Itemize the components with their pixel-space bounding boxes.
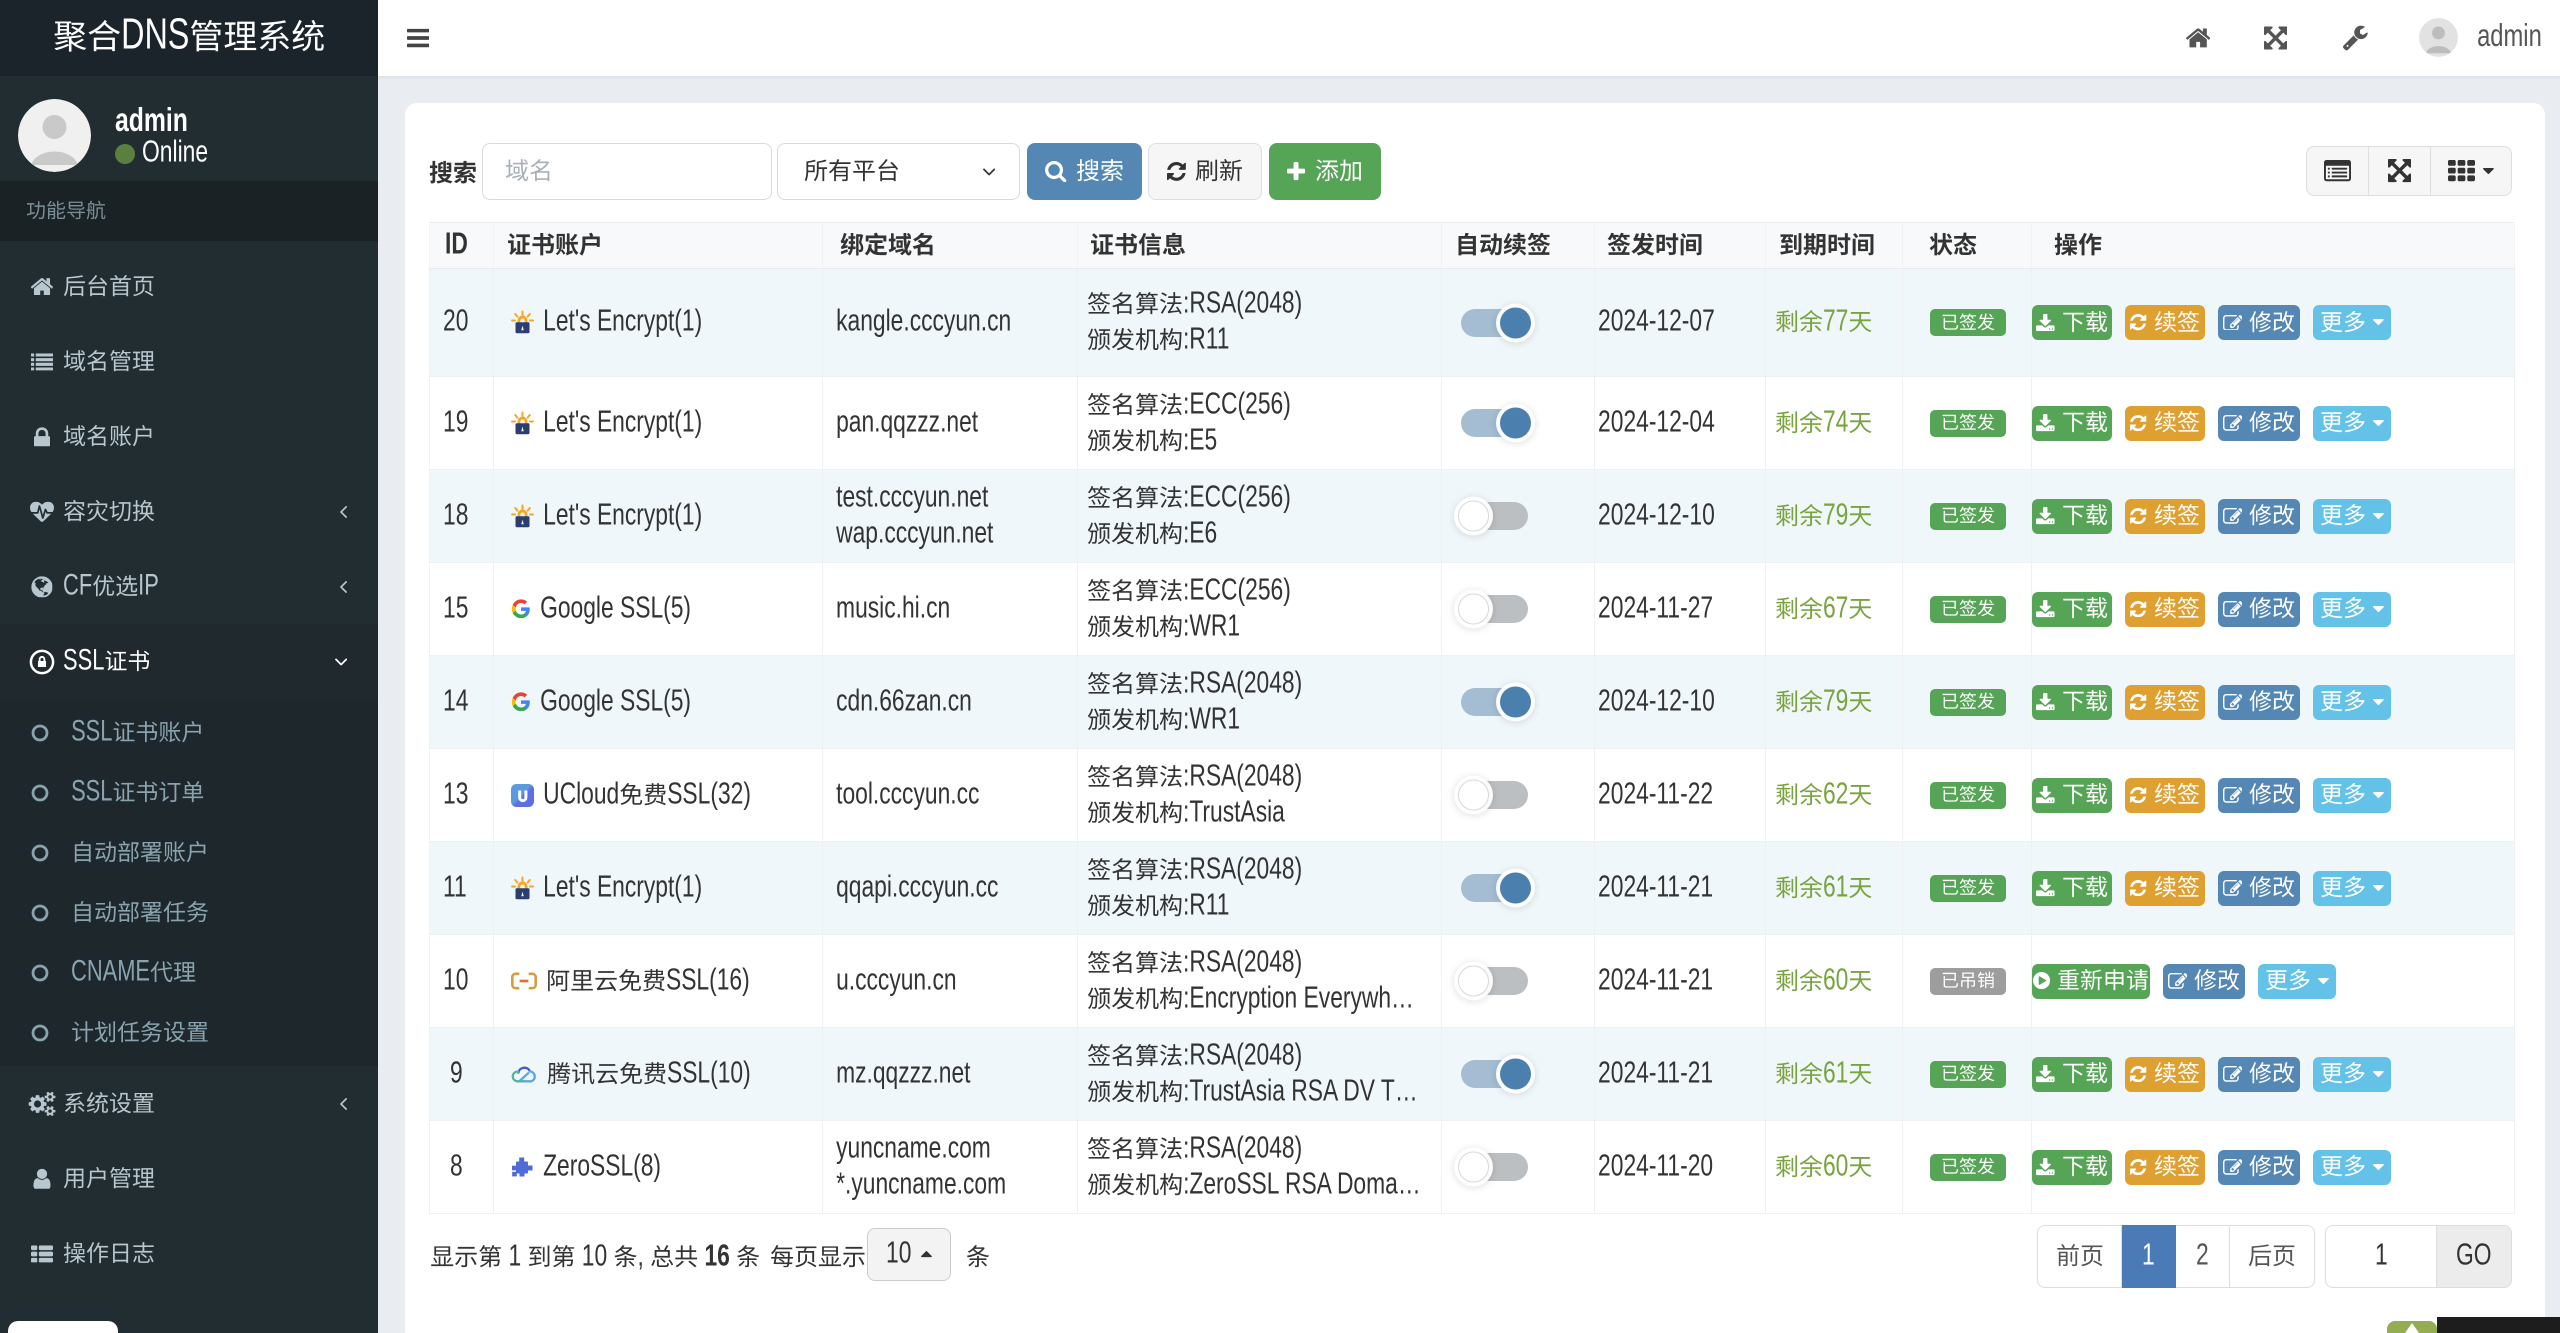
svg-text:Let's Encrypt(1): Let's Encrypt(1) bbox=[543, 874, 702, 903]
svg-text:18: 18 bbox=[443, 502, 468, 531]
svg-text:2024-11-21: 2024-11-21 bbox=[1598, 874, 1713, 903]
svg-text::RSA(2048): :RSA(2048) bbox=[1183, 1135, 1302, 1164]
svg-text:74: 74 bbox=[1823, 409, 1848, 438]
svg-text:ID: ID bbox=[445, 231, 468, 260]
svg-text:2024-11-22: 2024-11-22 bbox=[1598, 781, 1713, 810]
svg-text::TrustAsia RSA DV T…: :TrustAsia RSA DV T… bbox=[1183, 1078, 1418, 1107]
svg-text::ZeroSSL RSA Doma…: :ZeroSSL RSA Doma… bbox=[1183, 1171, 1421, 1200]
svg-text:CF: CF bbox=[63, 573, 92, 601]
svg-text:Google SSL(5): Google SSL(5) bbox=[540, 688, 691, 717]
svg-text::R11: :R11 bbox=[1183, 326, 1230, 355]
svg-text:pan.qqzzz.net: pan.qqzzz.net bbox=[836, 409, 978, 438]
svg-text::WR1: :WR1 bbox=[1183, 613, 1240, 642]
svg-text:admin: admin bbox=[2477, 23, 2542, 53]
svg-text:14: 14 bbox=[443, 688, 468, 717]
svg-text:tool.cccyun.cc: tool.cccyun.cc bbox=[836, 781, 979, 810]
svg-text:admin: admin bbox=[115, 107, 188, 139]
svg-text:*.yuncname.com: *.yuncname.com bbox=[836, 1171, 1006, 1200]
svg-text:kangle.cccyun.cn: kangle.cccyun.cn bbox=[836, 308, 1011, 337]
svg-text:11: 11 bbox=[443, 874, 467, 903]
svg-text:UCloud: UCloud bbox=[543, 781, 619, 810]
svg-text:19: 19 bbox=[443, 409, 468, 438]
svg-text::RSA(2048): :RSA(2048) bbox=[1183, 763, 1302, 792]
svg-text:DNS: DNS bbox=[121, 17, 189, 58]
svg-text:u.cccyun.cn: u.cccyun.cn bbox=[836, 967, 956, 996]
svg-text:77: 77 bbox=[1823, 308, 1848, 337]
svg-text:CNAME: CNAME bbox=[71, 959, 150, 987]
svg-text:13: 13 bbox=[443, 781, 468, 810]
svg-text::RSA(2048): :RSA(2048) bbox=[1183, 290, 1302, 319]
svg-text:2024-12-10: 2024-12-10 bbox=[1598, 688, 1715, 717]
svg-text::RSA(2048): :RSA(2048) bbox=[1183, 670, 1302, 699]
svg-text:2024-12-07: 2024-12-07 bbox=[1598, 308, 1715, 337]
svg-text:10: 10 bbox=[886, 1240, 911, 1269]
svg-text:GO: GO bbox=[2456, 1242, 2492, 1271]
svg-text:67: 67 bbox=[1823, 595, 1848, 624]
svg-text::E5: :E5 bbox=[1183, 427, 1217, 456]
svg-text:SSL(16): SSL(16) bbox=[666, 967, 750, 996]
svg-text::E6: :E6 bbox=[1183, 520, 1217, 549]
svg-text:cdn.66zan.cn: cdn.66zan.cn bbox=[836, 688, 972, 717]
svg-text::ECC(256): :ECC(256) bbox=[1183, 577, 1291, 606]
svg-text:qqapi.cccyun.cc: qqapi.cccyun.cc bbox=[836, 874, 998, 903]
svg-text:SSL(32): SSL(32) bbox=[667, 781, 751, 810]
svg-text:music.hi.cn: music.hi.cn bbox=[836, 595, 950, 624]
svg-text::ECC(256): :ECC(256) bbox=[1183, 391, 1291, 420]
svg-text:2024-11-21: 2024-11-21 bbox=[1598, 967, 1713, 996]
svg-text:mz.qqzzz.net: mz.qqzzz.net bbox=[836, 1060, 971, 1089]
svg-text:16: 16 bbox=[704, 1243, 729, 1272]
svg-text:61: 61 bbox=[1823, 874, 1848, 903]
svg-text:SSL: SSL bbox=[71, 779, 112, 807]
svg-text:Let's Encrypt(1): Let's Encrypt(1) bbox=[543, 308, 702, 337]
svg-text::RSA(2048): :RSA(2048) bbox=[1183, 1042, 1302, 1071]
svg-text:2024-11-20: 2024-11-20 bbox=[1598, 1153, 1713, 1182]
svg-text:Let's Encrypt(1): Let's Encrypt(1) bbox=[543, 502, 702, 531]
svg-text:IP: IP bbox=[138, 573, 159, 601]
svg-text:SSL: SSL bbox=[71, 719, 112, 747]
svg-text:79: 79 bbox=[1823, 502, 1848, 531]
svg-text:9: 9 bbox=[450, 1060, 463, 1089]
svg-text::RSA(2048): :RSA(2048) bbox=[1183, 856, 1302, 885]
svg-text:60: 60 bbox=[1823, 1153, 1848, 1182]
svg-text:79: 79 bbox=[1823, 688, 1848, 717]
svg-text:1: 1 bbox=[2375, 1242, 2388, 1271]
svg-text::R11: :R11 bbox=[1183, 892, 1230, 921]
svg-text:,: , bbox=[637, 1243, 650, 1272]
svg-text:Let's Encrypt(1): Let's Encrypt(1) bbox=[543, 409, 702, 438]
svg-text:10: 10 bbox=[443, 967, 468, 996]
svg-text:20: 20 bbox=[443, 308, 468, 337]
svg-text::ECC(256): :ECC(256) bbox=[1183, 484, 1291, 513]
svg-text:15: 15 bbox=[443, 595, 468, 624]
svg-text:2: 2 bbox=[2196, 1242, 2209, 1271]
svg-text::TrustAsia: :TrustAsia bbox=[1183, 799, 1285, 828]
svg-text:Google SSL(5): Google SSL(5) bbox=[540, 595, 691, 624]
svg-text::RSA(2048): :RSA(2048) bbox=[1183, 949, 1302, 978]
svg-text:2024-11-21: 2024-11-21 bbox=[1598, 1060, 1713, 1089]
svg-text:61: 61 bbox=[1823, 1060, 1848, 1089]
svg-text:62: 62 bbox=[1823, 781, 1848, 810]
svg-text:SSL(10): SSL(10) bbox=[667, 1060, 751, 1089]
svg-text:8: 8 bbox=[450, 1153, 463, 1182]
svg-text:wap.cccyun.net: wap.cccyun.net bbox=[836, 520, 994, 549]
svg-text:1: 1 bbox=[2142, 1242, 2155, 1271]
svg-text:10: 10 bbox=[575, 1243, 613, 1272]
svg-text:60: 60 bbox=[1823, 967, 1848, 996]
svg-text:2024-12-10: 2024-12-10 bbox=[1598, 502, 1715, 531]
svg-text:test.cccyun.net: test.cccyun.net bbox=[836, 484, 988, 513]
svg-text::WR1: :WR1 bbox=[1183, 706, 1240, 735]
svg-text::Encryption Everywh…: :Encryption Everywh… bbox=[1183, 985, 1414, 1014]
svg-text:SSL: SSL bbox=[63, 648, 104, 676]
svg-text:yuncname.com: yuncname.com bbox=[836, 1135, 991, 1164]
svg-text:ZeroSSL(8): ZeroSSL(8) bbox=[543, 1153, 661, 1182]
svg-text:Online: Online bbox=[142, 139, 208, 168]
svg-text:1: 1 bbox=[502, 1243, 527, 1272]
svg-text:2024-11-27: 2024-11-27 bbox=[1598, 595, 1713, 624]
svg-text:2024-12-04: 2024-12-04 bbox=[1598, 409, 1715, 438]
